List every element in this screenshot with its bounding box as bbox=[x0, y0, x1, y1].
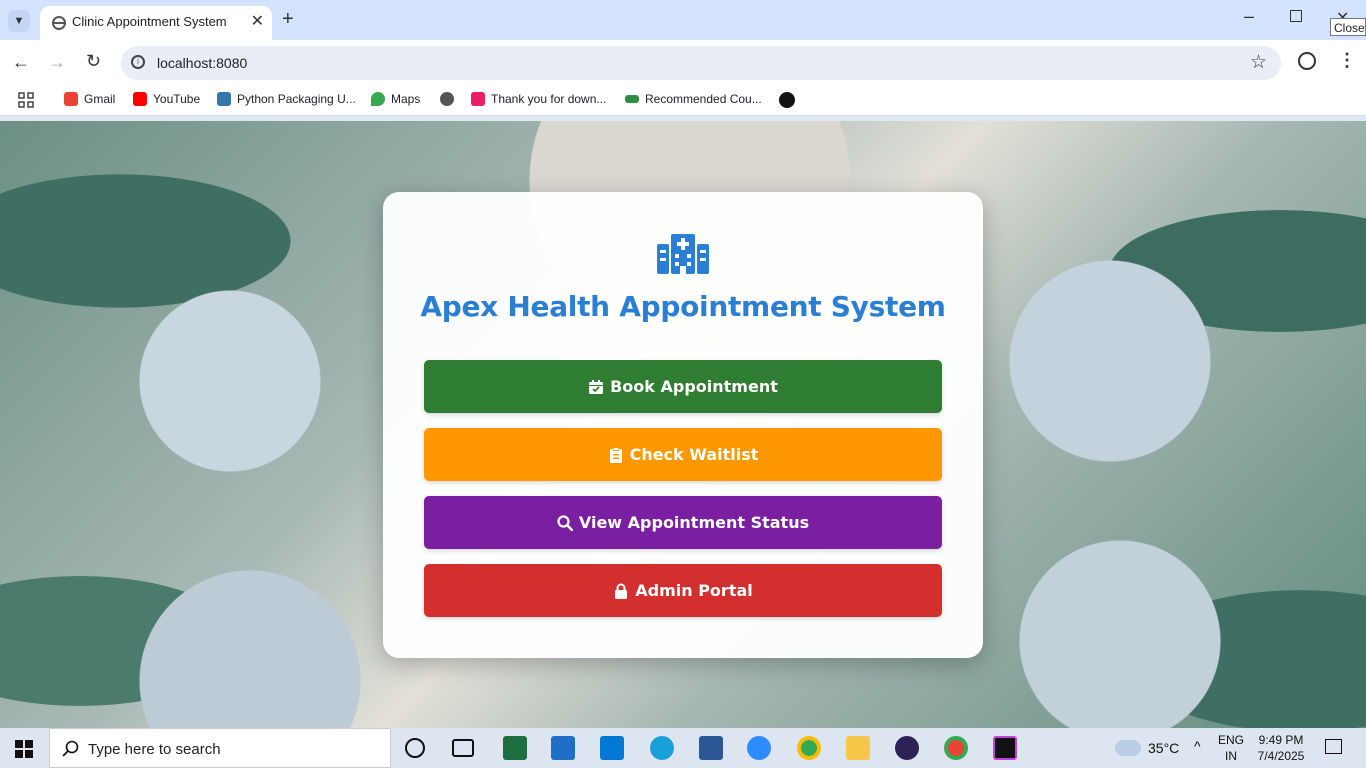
bookmark-dark[interactable] bbox=[779, 92, 795, 108]
bookmark-python-packaging[interactable]: Python Packaging U... bbox=[217, 92, 356, 106]
globe-icon bbox=[52, 16, 66, 30]
notification-icon[interactable] bbox=[1325, 739, 1342, 754]
hospital-icon bbox=[657, 234, 709, 274]
forward-arrow-icon[interactable]: → bbox=[48, 52, 66, 73]
tab-search-button[interactable]: ▼ bbox=[8, 10, 30, 32]
check-waitlist-label: Check Waitlist bbox=[629, 445, 759, 464]
weather-icon[interactable] bbox=[1115, 740, 1141, 756]
word-icon[interactable] bbox=[699, 736, 723, 760]
back-arrow-icon[interactable]: ← bbox=[12, 52, 30, 73]
new-tab-button[interactable]: + bbox=[282, 8, 294, 31]
windows-start-icon[interactable] bbox=[15, 740, 33, 758]
clipboard-icon bbox=[609, 446, 622, 463]
profile-icon[interactable] bbox=[1298, 52, 1316, 70]
tray-chevron-icon[interactable]: ^ bbox=[1194, 738, 1201, 754]
edge-icon[interactable] bbox=[650, 736, 674, 760]
weather-temp[interactable]: 35°C bbox=[1148, 740, 1179, 756]
browser-tab[interactable]: Clinic Appointment System ✕ bbox=[40, 6, 272, 40]
browser-toolbar: ← → ↻ i localhost:8080 ☆ ⋮ bbox=[0, 40, 1366, 86]
maximize-button[interactable] bbox=[1290, 10, 1302, 22]
jetbrains-icon bbox=[471, 92, 485, 106]
lock-icon bbox=[615, 583, 628, 599]
bookmark-star-icon[interactable]: ☆ bbox=[1250, 51, 1267, 74]
windows-taskbar: Type here to search 35°C ^ ENG IN 9:49 P… bbox=[0, 728, 1366, 768]
bookmark-thank-you[interactable]: Thank you for down... bbox=[471, 92, 606, 106]
url-text[interactable]: localhost:8080 bbox=[157, 55, 247, 71]
bookmarks-bar: Gmail YouTube Python Packaging U... Maps… bbox=[0, 86, 1366, 116]
search-placeholder: Type here to search bbox=[88, 741, 221, 758]
bookmark-globe[interactable] bbox=[440, 92, 454, 106]
tab-title: Clinic Appointment System bbox=[72, 14, 227, 29]
zoom-icon[interactable] bbox=[747, 736, 771, 760]
store-icon[interactable] bbox=[600, 736, 624, 760]
page-title: Apex Health Appointment System bbox=[420, 290, 946, 323]
calendar-check-icon bbox=[589, 379, 604, 394]
check-waitlist-button[interactable]: Check Waitlist bbox=[424, 428, 942, 481]
apps-grid-icon[interactable] bbox=[18, 92, 34, 108]
youtube-icon bbox=[133, 92, 147, 106]
search-icon bbox=[557, 514, 573, 531]
language-bottom[interactable]: IN bbox=[1216, 749, 1246, 763]
taskbar-search-box[interactable]: Type here to search bbox=[49, 728, 391, 768]
task-view-icon[interactable] bbox=[452, 739, 474, 757]
admin-portal-label: Admin Portal bbox=[635, 581, 753, 600]
close-tab-icon[interactable]: ✕ bbox=[251, 11, 264, 31]
mail-icon[interactable] bbox=[551, 736, 575, 760]
menu-kebab-icon[interactable]: ⋮ bbox=[1338, 50, 1356, 71]
geeksforgeeks-icon bbox=[625, 95, 639, 103]
page-background: Apex Health Appointment System Book Appo… bbox=[0, 121, 1366, 728]
bookmark-recommended[interactable]: Recommended Cou... bbox=[625, 92, 762, 106]
gmail-icon bbox=[64, 92, 78, 106]
clock-date[interactable]: 7/4/2025 bbox=[1254, 749, 1308, 763]
tab-strip: ▼ Clinic Appointment System ✕ + – ✕ Clos… bbox=[0, 0, 1366, 40]
globe-icon bbox=[440, 92, 454, 106]
bookmark-gmail[interactable]: Gmail bbox=[64, 92, 115, 106]
book-appointment-label: Book Appointment bbox=[610, 377, 778, 396]
app-icon bbox=[779, 92, 795, 108]
excel-icon[interactable] bbox=[503, 736, 527, 760]
eclipse-icon[interactable] bbox=[895, 736, 919, 760]
python-icon bbox=[217, 92, 231, 106]
clock-time[interactable]: 9:49 PM bbox=[1254, 733, 1308, 747]
close-tooltip: Close bbox=[1330, 18, 1366, 36]
bookmark-youtube[interactable]: YouTube bbox=[133, 92, 200, 106]
language-top[interactable]: ENG bbox=[1216, 733, 1246, 747]
file-explorer-icon[interactable] bbox=[846, 736, 870, 760]
main-card: Apex Health Appointment System Book Appo… bbox=[383, 192, 983, 658]
chrome-profile-icon[interactable] bbox=[944, 736, 968, 760]
bookmark-maps[interactable]: Maps bbox=[371, 92, 420, 106]
cortana-icon[interactable] bbox=[405, 738, 425, 758]
search-icon bbox=[62, 740, 79, 757]
minimize-button[interactable]: – bbox=[1244, 6, 1254, 27]
book-appointment-button[interactable]: Book Appointment bbox=[424, 360, 942, 413]
admin-portal-button[interactable]: Admin Portal bbox=[424, 564, 942, 617]
reload-icon[interactable]: ↻ bbox=[86, 51, 101, 72]
intellij-icon[interactable] bbox=[993, 736, 1017, 760]
view-appointment-status-button[interactable]: View Appointment Status bbox=[424, 496, 942, 549]
site-info-icon[interactable]: i bbox=[131, 55, 145, 69]
maps-pin-icon bbox=[371, 92, 385, 106]
chrome-icon[interactable] bbox=[797, 736, 821, 760]
address-bar[interactable]: i localhost:8080 ☆ bbox=[121, 46, 1281, 80]
view-appointment-status-label: View Appointment Status bbox=[578, 513, 810, 532]
